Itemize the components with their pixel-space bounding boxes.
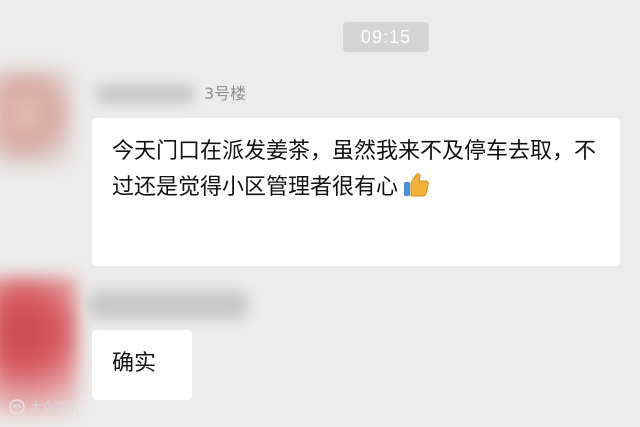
thumbs-up-icon bbox=[401, 170, 431, 200]
sender-tag: 3号楼 bbox=[204, 84, 247, 103]
watermark-logo-icon bbox=[8, 398, 26, 416]
message-bubble[interactable]: 今天门口在派发姜茶，虽然我来不及停车去取，不过还是觉得小区管理者很有心 bbox=[92, 118, 620, 266]
sender-name-blurred bbox=[88, 290, 248, 320]
sender-avatar[interactable] bbox=[0, 70, 72, 166]
message-timestamp: 09:15 bbox=[343, 22, 429, 52]
message-text: 今天门口在派发姜茶，虽然我来不及停车去取，不过还是觉得小区管理者很有心 bbox=[112, 139, 597, 200]
sender-name-blurred bbox=[95, 84, 195, 104]
message-text: 确实 bbox=[112, 351, 157, 376]
watermark: 大众资讯 bbox=[8, 398, 78, 416]
watermark-text: 大众资讯 bbox=[30, 400, 79, 414]
message-bubble[interactable]: 确实 bbox=[92, 330, 192, 400]
sender-avatar[interactable] bbox=[0, 276, 78, 416]
